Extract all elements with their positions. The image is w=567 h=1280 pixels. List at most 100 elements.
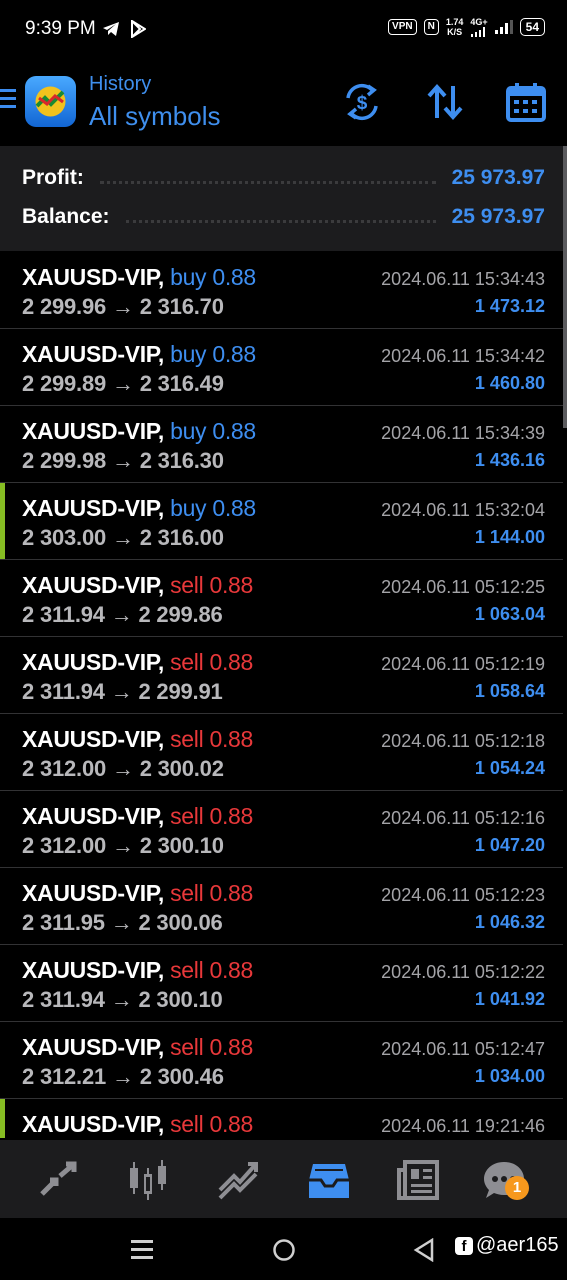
profit-leader-dots	[99, 180, 436, 184]
trade-prices: 2 312.00 → 2 300.10	[22, 833, 224, 859]
trade-row[interactable]: XAUUSD-VIP, sell 0.88 2 311.94 → 2 300.10…	[0, 945, 563, 1022]
trade-profit: 1 058.64	[474, 681, 545, 701]
trade-time: 2024.06.11 05:12:16	[381, 808, 545, 828]
trade-row[interactable]: XAUUSD-VIP, sell 0.88 2 311.94 → 2 299.91…	[0, 637, 563, 714]
network-speed: 1.74 K/S	[446, 17, 464, 37]
trade-close-price: 2 300.10	[139, 833, 224, 858]
balance-leader-dots	[125, 219, 436, 223]
trade-close-price: 2 316.49	[139, 371, 224, 396]
trade-symbol: XAUUSD-VIP,	[22, 957, 164, 983]
trade-open-price: 2 299.96	[22, 294, 107, 319]
trade-close-price: 2 300.46	[139, 1064, 224, 1089]
scrollbar[interactable]	[563, 146, 567, 428]
trade-side-volume: buy 0.88	[170, 341, 256, 367]
back-icon[interactable]	[413, 1238, 435, 1262]
trade-open-price: 2 311.95	[22, 910, 105, 935]
facebook-icon: f	[455, 1236, 473, 1255]
arrow-right-icon: →	[110, 910, 133, 935]
trade-open-price: 2 311.94	[22, 987, 105, 1012]
trade-close-price: 2 316.70	[139, 294, 224, 319]
trade-prices: 2 312.00 → 2 300.02	[22, 756, 224, 782]
trade-row[interactable]: XAUUSD-VIP, buy 0.88 2 299.98 → 2 316.30 2…	[0, 406, 563, 483]
trade-title: XAUUSD-VIP, buy 0.88	[22, 495, 256, 522]
signal-icon	[471, 27, 485, 37]
status-system-icons: VPN N 1.74 K/S 4G+ 54	[388, 17, 545, 37]
recent-apps-icon[interactable]	[131, 1238, 153, 1260]
trade-row[interactable]: XAUUSD-VIP, sell 0.88 2 311.95 → 2 300.06…	[0, 868, 563, 945]
network-speed-unit: K/S	[447, 27, 463, 37]
trade-row[interactable]: XAUUSD-VIP, buy 0.88 2 303.00 → 2 316.00 2…	[0, 483, 563, 560]
trade-row[interactable]: XAUUSD-VIP, buy 0.88 2 299.96 → 2 316.70 2…	[0, 252, 563, 329]
sort-icon[interactable]	[425, 82, 465, 122]
trade-row[interactable]: XAUUSD-VIP, sell 0.88 2 311.94 → 2 299.86…	[0, 560, 563, 637]
play-store-icon	[131, 20, 146, 38]
trade-open-price: 2 299.89	[22, 371, 107, 396]
trade-title: XAUUSD-VIP, sell 0.88	[22, 803, 253, 830]
trade-symbol: XAUUSD-VIP,	[22, 803, 164, 829]
trade-close-price: 2 316.30	[139, 448, 224, 473]
arrow-right-icon: →	[111, 525, 134, 550]
watermark: f @aer165	[455, 1234, 559, 1257]
profit-row: Profit: 25 973.97	[22, 163, 545, 193]
trade-open-price: 2 299.98	[22, 448, 107, 473]
trade-profit: 1 063.04	[474, 604, 545, 624]
profit-value: 25 973.97	[451, 166, 545, 189]
nfc-indicator: N	[423, 19, 439, 35]
trade-side-volume: buy 0.88	[170, 495, 256, 521]
news-icon[interactable]	[397, 1158, 441, 1202]
trade-profit: 1 054.24	[474, 758, 545, 778]
trade-open-price: 2 312.00	[22, 756, 107, 781]
trade-symbol: XAUUSD-VIP,	[22, 1034, 164, 1060]
vpn-indicator: VPN	[388, 19, 417, 35]
profit-label: Profit:	[22, 166, 84, 189]
currency-exchange-icon[interactable]: $	[342, 82, 382, 122]
status-bar: 9:39 PM VPN N 1.74 K/S 4G+ 54	[0, 0, 567, 58]
trade-row[interactable]: XAUUSD-VIP, sell 0.88 2 312.21 → 2 300.46…	[0, 1022, 563, 1099]
trade-profit: 1 047.20	[474, 835, 545, 855]
trade-prices: 2 303.00 → 2 316.00	[22, 525, 224, 551]
trade-close-price: 2 299.91	[138, 679, 223, 704]
calendar-icon[interactable]	[506, 82, 546, 122]
trade-close-price: 2 300.02	[139, 756, 224, 781]
network-type: 4G+	[470, 17, 488, 27]
trade-side-volume: buy 0.88	[170, 418, 256, 444]
home-icon[interactable]	[272, 1238, 296, 1262]
arrow-right-icon: →	[111, 371, 134, 396]
balance-row: Balance: 25 973.97	[22, 202, 545, 232]
trade-time: 2024.06.11 05:12:22	[381, 962, 545, 982]
history-icon[interactable]	[307, 1158, 351, 1202]
trade-time: 2024.06.11 05:12:25	[381, 577, 545, 597]
trade-row[interactable]: XAUUSD-VIP, sell 0.88 2024.06.11 19:21:46	[0, 1099, 563, 1138]
trade-close-price: 2 316.00	[139, 525, 224, 550]
trade-row[interactable]: XAUUSD-VIP, buy 0.88 2 299.89 → 2 316.49 2…	[0, 329, 563, 406]
status-notification-icons	[102, 18, 146, 40]
trade-title: XAUUSD-VIP, sell 0.88	[22, 726, 253, 753]
trade-prices: 2 311.94 → 2 299.86	[22, 602, 223, 628]
trade-side-volume: sell 0.88	[170, 957, 254, 983]
trade-icon[interactable]	[216, 1158, 260, 1202]
arrow-right-icon: →	[111, 1064, 134, 1089]
trade-time: 2024.06.11 15:34:42	[381, 346, 545, 366]
trade-side-volume: sell 0.88	[170, 803, 254, 829]
trade-time: 2024.06.11 15:34:43	[381, 269, 545, 289]
trade-row[interactable]: XAUUSD-VIP, sell 0.88 2 312.00 → 2 300.10…	[0, 791, 563, 868]
trade-side-volume: sell 0.88	[170, 726, 254, 752]
trade-symbol: XAUUSD-VIP,	[22, 495, 164, 521]
balance-label: Balance:	[22, 205, 110, 228]
trade-row[interactable]: XAUUSD-VIP, sell 0.88 2 312.00 → 2 300.02…	[0, 714, 563, 791]
symbol-filter[interactable]: All symbols	[89, 101, 220, 132]
arrow-right-icon: →	[111, 756, 134, 781]
mobile-signal: 4G+	[470, 17, 488, 37]
trade-prices: 2 311.94 → 2 300.10	[22, 987, 223, 1013]
trade-close-price: 2 300.06	[138, 910, 223, 935]
account-summary: Profit: 25 973.97 Balance: 25 973.97	[0, 146, 563, 251]
trade-open-price: 2 311.94	[22, 602, 105, 627]
menu-icon[interactable]	[0, 89, 16, 113]
messages-badge: 1	[505, 1176, 529, 1200]
metatrader-logo	[25, 76, 76, 127]
quotes-icon[interactable]	[36, 1158, 80, 1202]
trade-symbol: XAUUSD-VIP,	[22, 1111, 164, 1137]
chart-icon[interactable]	[126, 1158, 170, 1202]
trade-symbol: XAUUSD-VIP,	[22, 726, 164, 752]
arrow-right-icon: →	[111, 833, 134, 858]
